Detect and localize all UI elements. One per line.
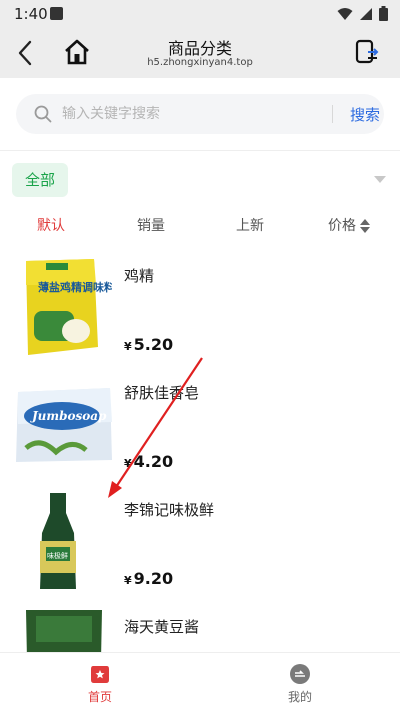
sort-price[interactable]: 价格 — [328, 215, 370, 235]
sort-price-label: 价格 — [328, 218, 356, 234]
tab-home[interactable]: 首页 — [0, 653, 200, 711]
product-image-text: 味极鲜 — [47, 551, 68, 560]
product-image[interactable]: Jumbosoap — [16, 372, 112, 476]
currency-symbol: ¥ — [124, 574, 132, 587]
product-image[interactable]: 薄盐鸡精调味料 — [16, 255, 112, 359]
status-bar: 1:40 — [0, 0, 400, 28]
signal-icon — [360, 7, 372, 20]
home-icon[interactable] — [62, 37, 92, 67]
product-price: ¥5.20 — [124, 335, 173, 354]
status-time: 1:40 — [14, 5, 48, 23]
price-value: 9.20 — [133, 569, 174, 588]
sort-bar: 默认 销量 上新 价格 — [0, 215, 400, 237]
product-name: 海天黄豆酱 — [124, 618, 200, 636]
back-arrow-icon[interactable] — [12, 38, 40, 68]
product-name: 李锦记味极鲜 — [124, 501, 215, 519]
bottom-tab-bar: 首页 我的 — [0, 652, 400, 711]
tab-profile[interactable]: 我的 — [200, 653, 400, 711]
product-image[interactable]: 味极鲜 — [16, 489, 112, 593]
product-image-text: Jumbosoap — [30, 409, 107, 423]
product-item[interactable]: Jumbosoap 舒肤佳香皂 ¥4.20 — [0, 372, 400, 489]
sort-default[interactable]: 默认 — [37, 215, 65, 235]
tab-profile-label: 我的 — [287, 690, 312, 704]
product-image-text: 薄盐鸡精调味料 — [38, 280, 112, 294]
battery-icon — [379, 6, 388, 21]
sort-sales[interactable]: 销量 — [137, 215, 165, 235]
search-button[interactable]: 搜索 — [350, 104, 380, 125]
product-name: 舒肤佳香皂 — [124, 384, 200, 402]
product-item[interactable]: 味极鲜 李锦记味极鲜 ¥9.20 — [0, 489, 400, 606]
home-icon — [91, 666, 109, 683]
price-value: 4.20 — [133, 452, 174, 471]
profile-icon — [290, 664, 310, 684]
category-expand-icon[interactable] — [374, 176, 386, 183]
product-image[interactable] — [16, 606, 112, 652]
search-input[interactable] — [62, 94, 312, 134]
product-name: 鸡精 — [124, 267, 155, 285]
tab-home-label: 首页 — [87, 690, 112, 704]
switch-page-icon[interactable] — [354, 39, 380, 65]
gallery-notification-icon — [50, 7, 63, 20]
sort-arrows-icon — [360, 219, 370, 233]
page-title: 商品分类 — [167, 39, 232, 58]
status-indicators — [337, 6, 388, 21]
nav-bar: 商品分类 h5.zhongxinyan4.top — [0, 28, 400, 78]
search-icon — [34, 105, 52, 123]
currency-symbol: ¥ — [124, 457, 132, 470]
wifi-icon — [337, 7, 353, 20]
product-price: ¥4.20 — [124, 452, 173, 471]
sort-newest[interactable]: 上新 — [236, 215, 264, 235]
currency-symbol: ¥ — [124, 340, 132, 353]
product-item[interactable]: 薄盐鸡精调味料 鸡精 ¥5.20 — [0, 255, 400, 372]
product-price: ¥9.20 — [124, 569, 173, 588]
product-item[interactable]: 海天黄豆酱 — [0, 606, 400, 652]
page-url: h5.zhongxinyan4.top — [147, 57, 253, 68]
price-value: 5.20 — [133, 335, 174, 354]
divider — [0, 150, 400, 151]
category-chip-all[interactable]: 全部 — [12, 163, 68, 197]
search-bar: 搜索 — [16, 94, 384, 134]
search-divider — [332, 105, 333, 123]
